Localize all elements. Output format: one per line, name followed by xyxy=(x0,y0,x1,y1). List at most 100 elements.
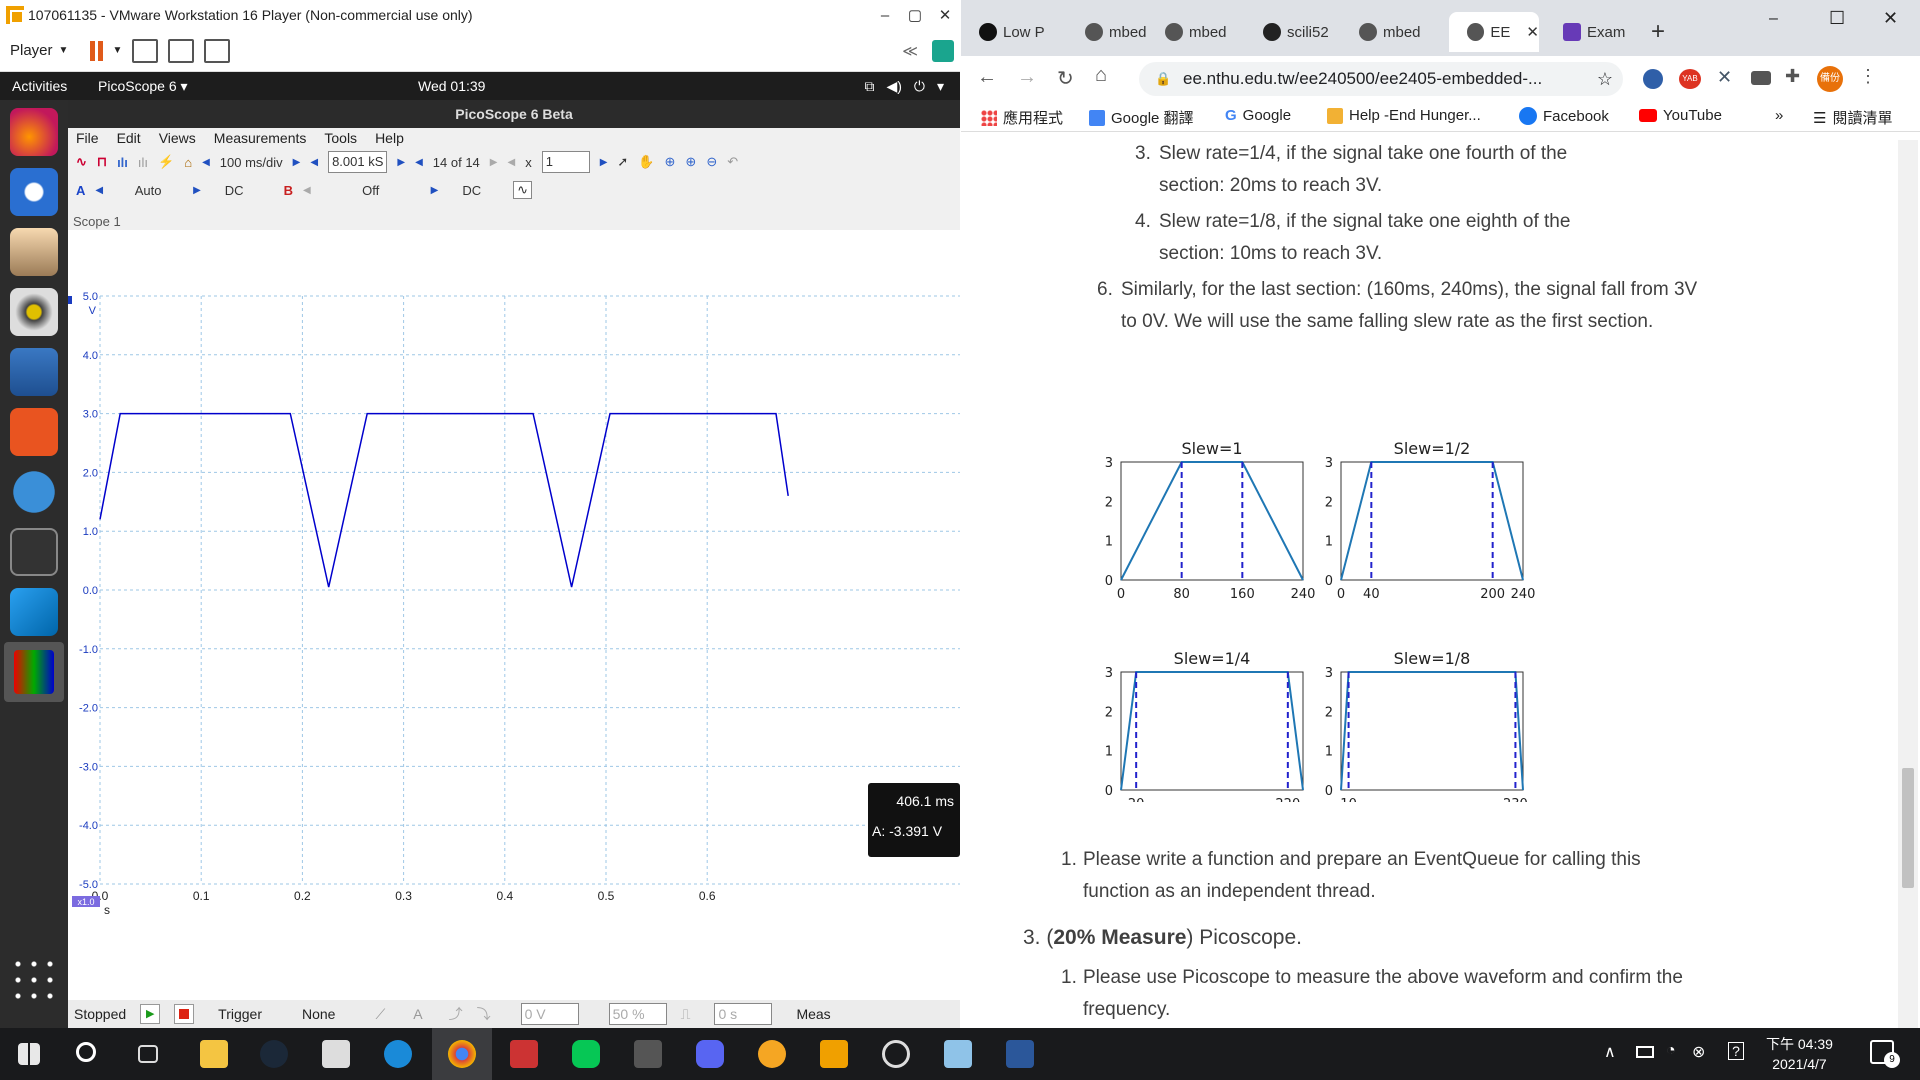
pointer-tool-icon[interactable]: ➚ xyxy=(617,154,628,170)
close-button[interactable]: ✕ xyxy=(1883,8,1898,29)
software-icon[interactable] xyxy=(10,408,58,456)
samples-prev-button[interactable]: ◀ xyxy=(310,157,318,168)
chevron-up-icon[interactable]: ∧ xyxy=(1604,1042,1616,1062)
start-windows-icon[interactable] xyxy=(18,1043,40,1065)
extension-video-icon[interactable] xyxy=(1751,71,1771,85)
bookmark-help-end-hunger[interactable]: Help -End Hunger... xyxy=(1327,107,1481,124)
timebase-select[interactable]: 100 ms/div xyxy=(220,155,283,170)
extensions-icon[interactable]: ✚ xyxy=(1785,66,1800,87)
probe-icon[interactable]: ⚡ xyxy=(158,154,174,170)
channel-a-range-prev[interactable]: ◀ xyxy=(95,185,103,196)
stop-button[interactable] xyxy=(174,1004,195,1024)
scope-mode-icon[interactable]: ∿ xyxy=(76,154,87,170)
show-apps-icon[interactable] xyxy=(10,956,58,1004)
timebase-next-button[interactable]: ▶ xyxy=(293,157,301,168)
spectrum-mode-icon[interactable]: ılı xyxy=(117,155,128,170)
minimize-button[interactable]: – xyxy=(870,7,900,24)
thunderbird-icon[interactable] xyxy=(10,168,58,216)
menu-measurements[interactable]: Measurements xyxy=(214,128,307,148)
zoom-out-icon[interactable]: ⊖ xyxy=(706,154,717,170)
tab-exam[interactable]: Exam xyxy=(1545,12,1641,52)
menu-views[interactable]: Views xyxy=(159,128,196,148)
buffer-next-button[interactable]: ▶ xyxy=(490,157,498,168)
chevron-down-icon[interactable]: ▼ xyxy=(112,45,122,56)
back-button[interactable]: ← xyxy=(977,66,997,89)
player-menu[interactable]: Player ▼ xyxy=(10,42,68,59)
zoom-next-button[interactable]: ▶ xyxy=(600,157,608,168)
extension-yab-icon[interactable]: YAB xyxy=(1679,69,1701,89)
writer-icon[interactable] xyxy=(10,348,58,396)
signal-generator-icon[interactable]: ∿ xyxy=(513,181,533,199)
taskbar-clock[interactable]: 下午 04:39 2021/4/7 xyxy=(1766,1034,1833,1074)
lock-icon[interactable]: 🔒 xyxy=(1155,62,1171,96)
bookmark-google[interactable]: G Google xyxy=(1225,107,1291,124)
library-icon[interactable] xyxy=(932,39,954,62)
fit-guest-icon[interactable] xyxy=(168,38,195,63)
reading-list[interactable]: ☰ 閱讀清單 xyxy=(1813,107,1892,128)
trigger-channel[interactable]: A xyxy=(413,1006,422,1022)
bookmark-facebook[interactable]: Facebook xyxy=(1519,107,1609,125)
new-tab-button[interactable]: + xyxy=(1651,12,1665,52)
help-icon[interactable] xyxy=(10,468,58,516)
menu-edit[interactable]: Edit xyxy=(117,128,141,148)
word-icon[interactable] xyxy=(1006,1040,1034,1068)
wifi-icon[interactable]: ◔ xyxy=(1666,1042,1676,1060)
samples-input[interactable]: 8.001 kS xyxy=(328,151,388,173)
edge-icon[interactable] xyxy=(384,1040,412,1068)
app-menu[interactable]: PicoScope 6 ▾ xyxy=(98,78,418,95)
menu-file[interactable]: File xyxy=(76,128,99,148)
scope-view[interactable]: 5.0 4.0 3.0 2.0 1.0 0.0 -1.0 -2.0 -3.0 -4.0 -5.0 0.… xyxy=(64,230,960,1000)
activities-button[interactable]: Activities xyxy=(12,78,98,94)
home-icon[interactable]: ⌂ xyxy=(184,155,192,170)
channel-b-range-prev[interactable]: ◀ xyxy=(303,185,311,196)
samples-next-button[interactable]: ▶ xyxy=(397,157,405,168)
unity-icon[interactable] xyxy=(204,38,231,63)
reload-button[interactable]: ↻ xyxy=(1057,66,1074,91)
line-icon[interactable] xyxy=(572,1040,600,1068)
firefox-icon[interactable] xyxy=(10,108,58,156)
buffer-prev-button[interactable]: ◀ xyxy=(415,157,423,168)
channel-b-range-next[interactable]: ▶ xyxy=(431,185,439,196)
notepad-icon[interactable] xyxy=(944,1040,972,1068)
spectrum2-icon[interactable]: ılı xyxy=(138,155,148,170)
tab-close-icon[interactable]: ✕ xyxy=(1526,23,1539,41)
bookmark-google-translate[interactable]: Google 翻譯 xyxy=(1089,107,1194,128)
ime-icon[interactable]: ? xyxy=(1728,1042,1744,1060)
tab-mbed-2[interactable]: mbed xyxy=(1147,12,1245,52)
timebase-prev-button[interactable]: ◀ xyxy=(202,157,210,168)
vscode-icon[interactable] xyxy=(10,588,58,636)
tab-low-power[interactable]: Low P xyxy=(961,12,1067,52)
settings-gear-icon[interactable] xyxy=(882,1040,910,1068)
home-button[interactable]: ⌂ xyxy=(1095,64,1107,87)
measurements-label[interactable]: Meas xyxy=(796,1006,830,1022)
falling-edge-icon[interactable]: ⤵ xyxy=(477,1004,491,1024)
scrollbar-thumb[interactable] xyxy=(1902,768,1914,888)
scope-chart[interactable]: 5.04.03.02.01.00.0-1.0-2.0-3.0-4.0-5.00.… xyxy=(64,230,960,1000)
minimize-button[interactable]: – xyxy=(1769,10,1778,28)
trigger-edge-icon[interactable]: ⟋ xyxy=(375,1006,385,1023)
channel-a-coupling[interactable]: DC xyxy=(225,183,244,198)
trigger-mode[interactable]: None xyxy=(302,1006,335,1022)
tab-github[interactable]: scili52 xyxy=(1245,12,1341,52)
file-explorer-icon[interactable] xyxy=(200,1040,228,1068)
calculator-icon[interactable] xyxy=(634,1040,662,1068)
zoom-area-icon[interactable]: ⊕ xyxy=(685,154,696,170)
menu-icon[interactable]: ⋮ xyxy=(1859,66,1877,87)
zoom-in-icon[interactable]: ⊕ xyxy=(665,154,676,170)
run-button[interactable]: ▶ xyxy=(140,1004,161,1024)
trigger-delay-input[interactable]: 0 s xyxy=(714,1003,773,1025)
rising-edge-icon[interactable]: ⤴ xyxy=(449,1004,463,1024)
forward-button[interactable]: → xyxy=(1017,66,1037,89)
channel-b-range[interactable]: Off xyxy=(321,183,421,198)
zoom-prev-button[interactable]: ◀ xyxy=(508,157,516,168)
channel-b-coupling[interactable]: DC xyxy=(462,183,481,198)
maximize-button[interactable]: ▢ xyxy=(900,6,930,24)
collapse-toolbar-button[interactable]: ≪ xyxy=(902,42,918,60)
garena-icon[interactable] xyxy=(510,1040,538,1068)
tab-mbed-3[interactable]: mbed xyxy=(1341,12,1437,52)
trigger-level-input[interactable]: 0 V xyxy=(520,1003,579,1025)
search-icon[interactable] xyxy=(76,1042,96,1062)
menu-help[interactable]: Help xyxy=(375,128,404,148)
picoscope-dock-icon[interactable] xyxy=(4,642,64,702)
clock[interactable]: Wed 01:39 xyxy=(418,78,618,94)
